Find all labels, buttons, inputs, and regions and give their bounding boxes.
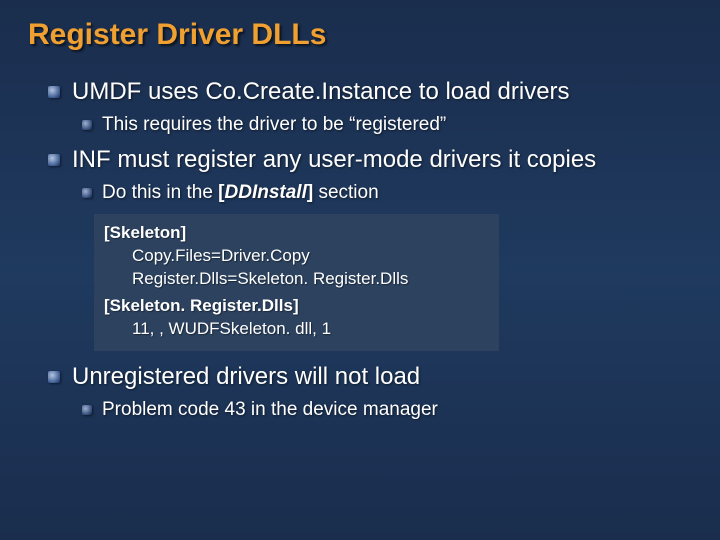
code-section-header: [Skeleton. Register.Dlls] bbox=[104, 295, 489, 318]
code-line: Copy.Files=Driver.Copy bbox=[104, 245, 489, 268]
bullet-icon bbox=[82, 405, 92, 415]
code-line: Register.Dlls=Skeleton. Register.Dlls bbox=[104, 268, 489, 291]
subbullet-item-3a: Problem code 43 in the device manager bbox=[28, 397, 692, 423]
bullet-text: UMDF uses Co.Create.Instance to load dri… bbox=[72, 76, 570, 108]
subbullet-item-1a: This requires the driver to be “register… bbox=[28, 112, 692, 138]
subbullet-text: Problem code 43 in the device manager bbox=[102, 397, 438, 423]
bullet-icon bbox=[82, 188, 92, 198]
bullet-item-1: UMDF uses Co.Create.Instance to load dri… bbox=[28, 76, 692, 138]
code-block: [Skeleton] Copy.Files=Driver.Copy Regist… bbox=[94, 214, 499, 351]
subbullet-item-2a: Do this in the [DDInstall] section bbox=[28, 180, 692, 206]
code-section-header: [Skeleton] bbox=[104, 222, 489, 245]
bullet-text: Unregistered drivers will not load bbox=[72, 361, 420, 393]
slide: Register Driver DLLs UMDF uses Co.Create… bbox=[0, 0, 720, 449]
bullet-icon bbox=[48, 154, 60, 166]
bullet-text: INF must register any user-mode drivers … bbox=[72, 144, 596, 176]
bullet-icon bbox=[48, 86, 60, 98]
subbullet-text: This requires the driver to be “register… bbox=[102, 112, 446, 138]
code-line: 11, , WUDFSkeleton. dll, 1 bbox=[104, 318, 489, 341]
bullet-icon bbox=[82, 120, 92, 130]
bullet-icon bbox=[48, 371, 60, 383]
slide-title: Register Driver DLLs bbox=[28, 18, 692, 52]
bullet-item-3: Unregistered drivers will not load Probl… bbox=[28, 361, 692, 423]
subbullet-text: Do this in the [DDInstall] section bbox=[102, 180, 379, 206]
bullet-list: UMDF uses Co.Create.Instance to load dri… bbox=[28, 76, 692, 423]
bullet-item-2: INF must register any user-mode drivers … bbox=[28, 144, 692, 351]
